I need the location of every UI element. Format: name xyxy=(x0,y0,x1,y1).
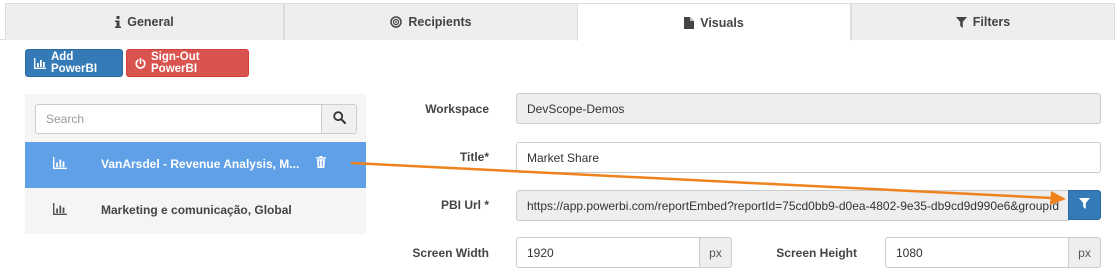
tab-filters-label: Filters xyxy=(972,15,1011,29)
title-value: Market Share xyxy=(527,150,600,165)
title-field[interactable]: Market Share xyxy=(516,142,1101,173)
info-icon xyxy=(115,16,122,28)
list-item-label: Marketing e comunicação, Global xyxy=(101,203,292,217)
power-icon xyxy=(135,57,146,69)
trash-icon[interactable] xyxy=(316,156,326,171)
search-input[interactable]: Search xyxy=(35,104,322,134)
tab-visuals[interactable]: Visuals xyxy=(577,3,851,41)
search-button[interactable] xyxy=(321,104,357,134)
screen-height-value: 1080 xyxy=(896,245,923,260)
list-item-label: VanArsdel - Revenue Analysis, M... xyxy=(101,157,300,171)
filter-button[interactable] xyxy=(1068,190,1101,220)
tab-visuals-label: Visuals xyxy=(700,15,744,30)
tab-filters[interactable]: Filters xyxy=(851,3,1115,40)
pbi-url-field[interactable]: https://app.powerbi.com/reportEmbed?repo… xyxy=(516,190,1069,221)
tab-recipients-label: Recipients xyxy=(408,15,472,29)
bar-chart-icon xyxy=(53,203,67,218)
workspace-label: Workspace xyxy=(425,102,489,116)
tab-general-label: General xyxy=(127,15,174,29)
funnel-icon xyxy=(1079,198,1090,212)
tab-recipients[interactable]: Recipients xyxy=(284,3,578,40)
target-icon xyxy=(390,16,403,28)
title-label: Title* xyxy=(459,150,489,164)
screen-width-value: 1920 xyxy=(527,245,554,260)
workspace-value: DevScope-Demos xyxy=(527,101,625,116)
list-item[interactable]: VanArsdel - Revenue Analysis, M... xyxy=(25,142,366,188)
add-powerbi-label: Add PowerBI xyxy=(51,51,98,75)
screen-width-unit: px xyxy=(699,237,732,268)
bar-chart-icon xyxy=(53,157,67,172)
pbi-url-label: PBI Url * xyxy=(440,198,489,212)
file-icon xyxy=(684,16,695,29)
screen-width-label: Screen Width xyxy=(412,246,489,260)
search-placeholder: Search xyxy=(46,112,85,126)
signout-powerbi-button[interactable]: Sign-Out PowerBI xyxy=(126,49,249,77)
visuals-list-panel: Search VanArsdel - Revenue Analysis, M..… xyxy=(25,94,366,234)
bar-chart-icon xyxy=(34,57,46,69)
workspace-field: DevScope-Demos xyxy=(516,93,1101,124)
screen-width-field[interactable]: 1920 xyxy=(516,237,700,268)
pbi-url-value: https://app.powerbi.com/reportEmbed?repo… xyxy=(527,198,1060,213)
list-item[interactable]: Marketing e comunicação, Global xyxy=(25,188,366,234)
signout-powerbi-label: Sign-Out PowerBI xyxy=(151,51,200,75)
funnel-icon xyxy=(955,16,967,28)
search-icon xyxy=(332,111,346,127)
screen-height-label: Screen Height xyxy=(776,246,857,260)
screen-height-unit: px xyxy=(1068,237,1101,268)
screen-height-field[interactable]: 1080 xyxy=(885,237,1069,268)
add-powerbi-button[interactable]: Add PowerBI xyxy=(25,49,123,77)
tab-bar: General Recipients Visuals Filters xyxy=(0,0,1115,41)
tab-general[interactable]: General xyxy=(5,3,284,40)
